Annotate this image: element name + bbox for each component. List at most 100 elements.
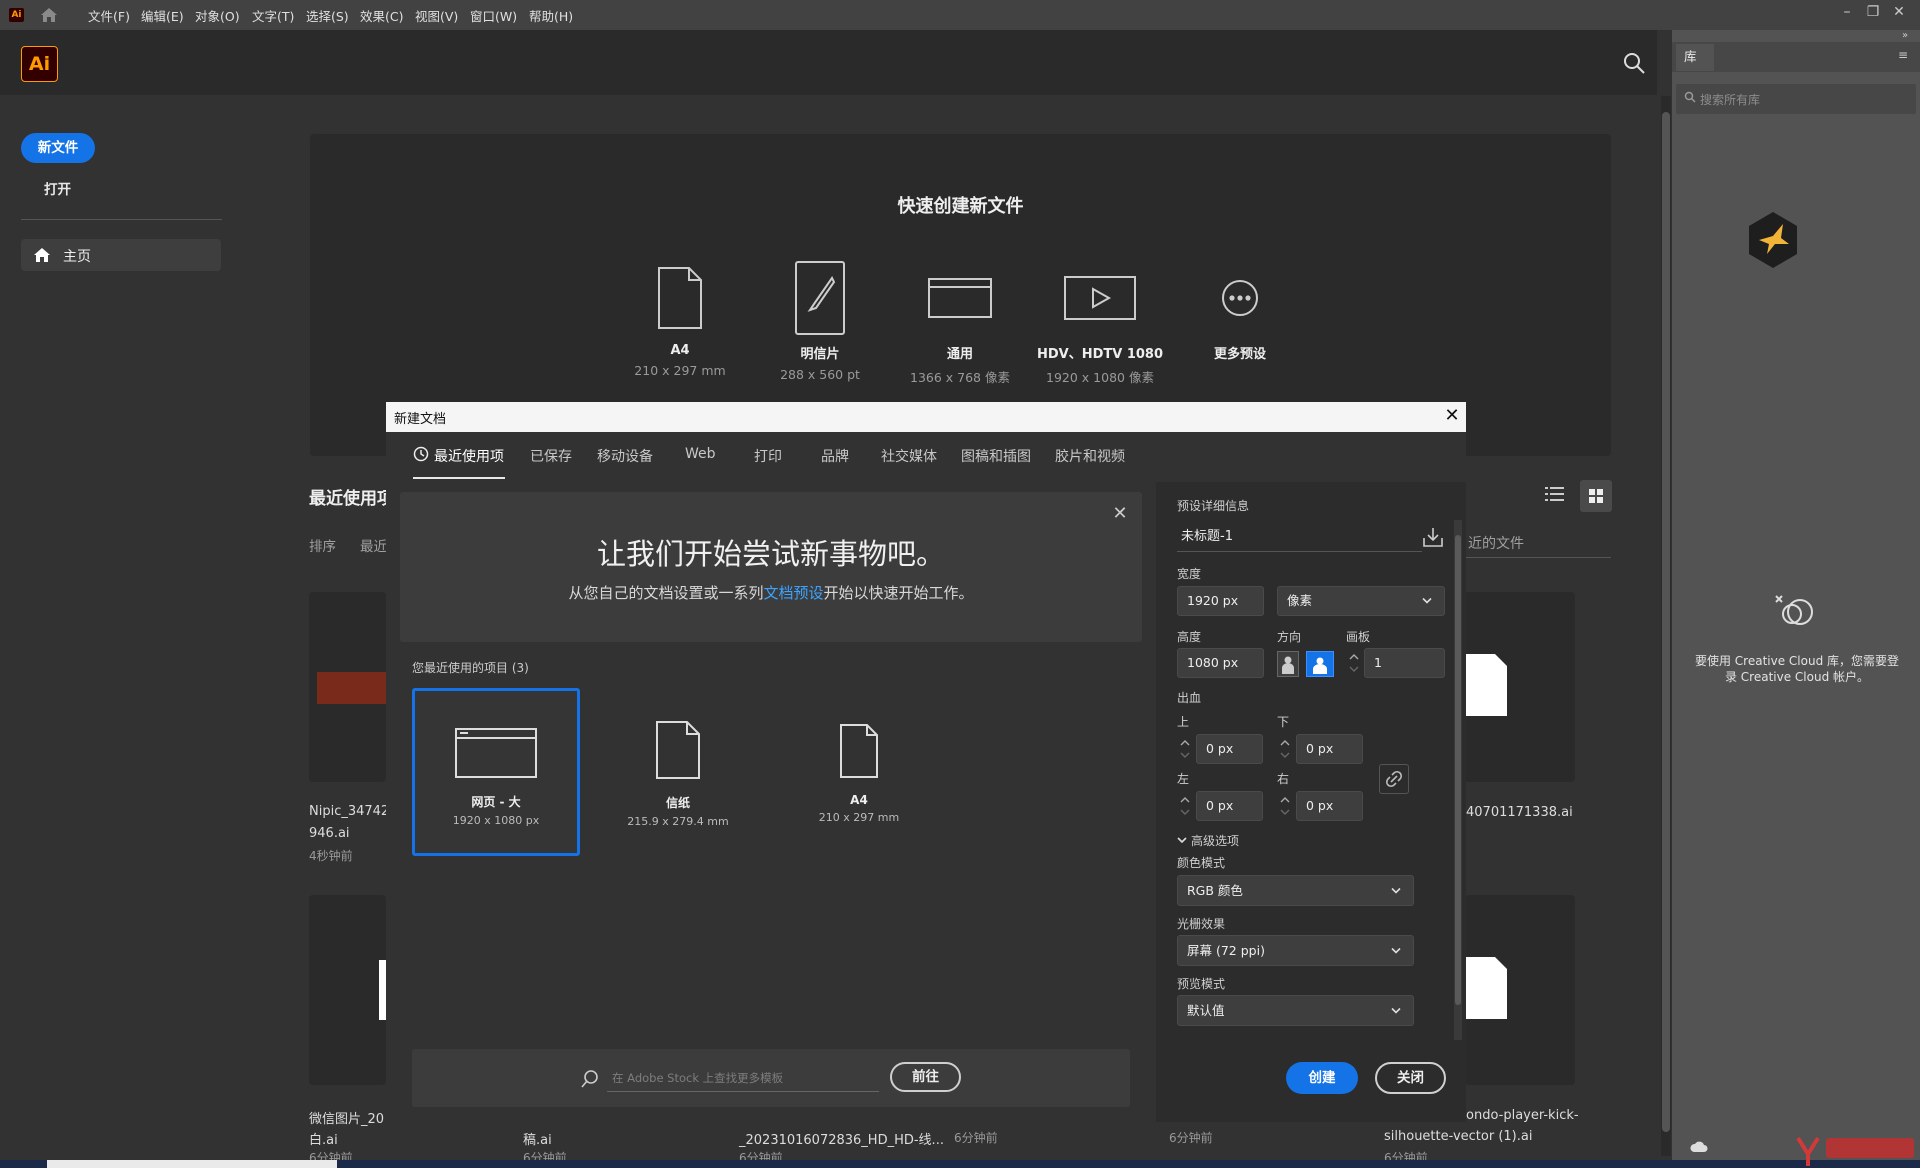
bleed-left-stepper[interactable] — [1178, 791, 1192, 821]
document-presets-link[interactable]: 文档预设 — [763, 584, 823, 602]
subtitle-text: 从您自己的文档设置或一系列 — [568, 584, 764, 602]
go-button[interactable]: 前往 — [890, 1062, 961, 1092]
file-thumbnail[interactable] — [309, 592, 386, 782]
grid-view-icon[interactable] — [1580, 480, 1612, 512]
preset-size: 210 x 297 mm — [634, 363, 726, 378]
save-preset-icon[interactable] — [1422, 526, 1444, 548]
tab-saved[interactable]: 已保存 — [530, 446, 572, 466]
open-button[interactable]: 打开 — [44, 178, 71, 198]
file-thumbnail[interactable] — [309, 895, 386, 1085]
portrait-orientation-icon[interactable] — [1277, 651, 1299, 677]
libraries-tab[interactable]: 库 — [1676, 44, 1714, 71]
menu-edit[interactable]: 编辑(E) — [141, 6, 184, 25]
file-name[interactable]: 40701171338.ai — [1466, 805, 1573, 820]
raster-effects-select[interactable]: 屏幕 (72 ppi) — [1177, 935, 1414, 966]
browser-window-icon — [455, 728, 537, 778]
file-name[interactable]: 白.ai — [309, 1129, 338, 1148]
tab-art[interactable]: 图稿和插图 — [961, 446, 1031, 466]
height-input[interactable]: 1080 px — [1177, 648, 1264, 678]
preset-general[interactable]: 通用 1366 x 768 像素 — [890, 259, 1030, 386]
window-close-icon[interactable]: ✕ — [1886, 2, 1912, 22]
bleed-bottom-input[interactable]: 0 px — [1296, 734, 1363, 764]
search-icon — [1684, 91, 1698, 105]
home-icon — [33, 247, 51, 263]
bleed-top-label: 上 — [1177, 715, 1190, 729]
tab-film[interactable]: 胶片和视频 — [1055, 446, 1125, 466]
file-thumbnail[interactable] — [1465, 592, 1575, 782]
bleed-top-input[interactable]: 0 px — [1196, 734, 1263, 764]
file-name[interactable]: 946.ai — [309, 826, 350, 841]
nav-home[interactable]: 主页 — [21, 239, 221, 271]
bleed-bottom-stepper[interactable] — [1278, 734, 1292, 764]
file-name[interactable]: Nipic_347420 — [309, 804, 397, 819]
file-name[interactable]: 微信图片_20 — [309, 1108, 384, 1127]
width-input[interactable]: 1920 px — [1177, 586, 1264, 616]
menu-file[interactable]: 文件(F) — [88, 6, 130, 25]
main-scroll-thumb[interactable] — [1662, 112, 1670, 1132]
menu-object[interactable]: 对象(O) — [195, 6, 240, 25]
menu-effect[interactable]: 效果(C) — [360, 6, 403, 25]
recent-items-label: 您最近使用的项目 (3) — [412, 661, 529, 675]
recent-item-a4[interactable]: A4 210 x 297 mm — [775, 688, 943, 856]
stock-search-input[interactable]: 在 Adobe Stock 上查找更多模板 — [612, 1070, 783, 1086]
menu-window[interactable]: 窗口(W) — [470, 6, 517, 25]
search-icon — [580, 1069, 600, 1089]
item-name: 信纸 — [665, 796, 690, 810]
file-name[interactable]: ondo-player-kick- — [1466, 1108, 1579, 1123]
tab-recent[interactable]: 最近使用项 — [434, 446, 504, 466]
file-name[interactable]: 稿.ai — [523, 1129, 552, 1148]
list-view-icon[interactable] — [1545, 485, 1567, 507]
bleed-top-stepper[interactable] — [1178, 734, 1192, 764]
cloud-sync-icon[interactable] — [1690, 1140, 1710, 1156]
artboards-stepper[interactable] — [1347, 648, 1361, 678]
bleed-left-input[interactable]: 0 px — [1196, 791, 1263, 821]
bleed-right-stepper[interactable] — [1278, 791, 1292, 821]
details-scroll-thumb[interactable] — [1455, 535, 1461, 1005]
tab-web[interactable]: Web — [685, 446, 716, 462]
preview-mode-select[interactable]: 默认值 — [1177, 995, 1414, 1026]
tab-social[interactable]: 社交媒体 — [881, 446, 937, 466]
color-mode-select[interactable]: RGB 颜色 — [1177, 875, 1414, 906]
menu-help[interactable]: 帮助(H) — [529, 6, 573, 25]
bleed-right-input[interactable]: 0 px — [1296, 791, 1363, 821]
dialog-close-icon[interactable]: ✕ — [1440, 403, 1464, 429]
file-name[interactable]: _20231016072836_HD_HD-线... — [739, 1129, 944, 1148]
subtitle-text: 开始以快速开始工作。 — [823, 584, 974, 602]
item-name: A4 — [850, 793, 868, 807]
chevron-down-icon[interactable] — [1176, 834, 1188, 846]
tab-print[interactable]: 打印 — [754, 446, 782, 466]
create-button[interactable]: 创建 — [1286, 1062, 1358, 1094]
artboards-input[interactable]: 1 — [1364, 648, 1445, 678]
preset-more[interactable]: 更多预设 — [1170, 259, 1310, 362]
tab-mobile[interactable]: 移动设备 — [597, 446, 653, 466]
panel-menu-icon[interactable]: ≡ — [1898, 48, 1912, 62]
new-file-button[interactable]: 新文件 — [21, 133, 95, 163]
file-name[interactable]: silhouette-vector (1).ai — [1384, 1129, 1532, 1144]
menu-view[interactable]: 视图(V) — [415, 6, 458, 25]
menu-select[interactable]: 选择(S) — [306, 6, 349, 25]
preset-size: 288 x 560 pt — [780, 367, 860, 382]
tab-brand[interactable]: 品牌 — [821, 446, 849, 466]
recent-item-web-large[interactable]: 网页 - 大 1920 x 1080 px — [412, 688, 580, 856]
sort-value[interactable]: 最近 — [360, 535, 387, 555]
libraries-search-placeholder: 搜索所有库 — [1700, 93, 1761, 107]
preset-hdtv[interactable]: HDV、HDTV 1080 1920 x 1080 像素 — [1030, 259, 1170, 386]
file-thumbnail[interactable] — [1465, 895, 1575, 1085]
close-button[interactable]: 关闭 — [1375, 1062, 1446, 1094]
unit-select[interactable]: 像素 — [1277, 586, 1445, 616]
landscape-orientation-icon[interactable] — [1306, 651, 1334, 677]
menu-type[interactable]: 文字(T) — [252, 6, 294, 25]
restore-icon[interactable]: ❐ — [1860, 2, 1886, 22]
home-icon[interactable] — [40, 7, 58, 23]
preset-a4[interactable]: A4 210 x 297 mm — [610, 259, 750, 378]
link-bleed-icon[interactable] — [1379, 764, 1409, 794]
filter-input[interactable]: 近的文件 — [1468, 533, 1524, 553]
advanced-options-toggle[interactable]: 高级选项 — [1191, 832, 1239, 849]
minimize-icon[interactable]: – — [1834, 2, 1860, 22]
banner-close-icon[interactable]: ✕ — [1110, 504, 1130, 524]
preset-postcard[interactable]: 明信片 288 x 560 pt — [750, 259, 890, 382]
search-icon[interactable] — [1623, 52, 1645, 74]
recent-item-letter[interactable]: 信纸 215.9 x 279.4 mm — [594, 688, 762, 856]
document-name-input[interactable]: 未标题-1 — [1177, 522, 1422, 552]
collapse-icon[interactable]: » — [1902, 30, 1916, 42]
